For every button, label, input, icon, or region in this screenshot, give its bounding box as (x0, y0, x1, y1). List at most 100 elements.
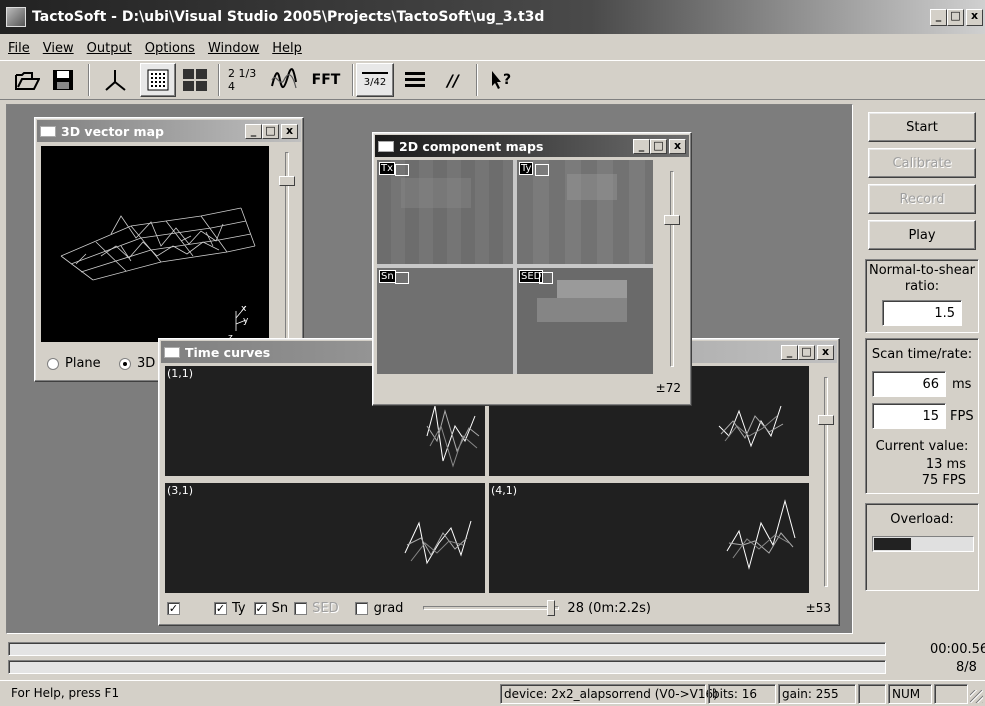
component-maps-slider-track[interactable] (670, 171, 674, 367)
lines-icon[interactable] (398, 62, 432, 98)
vector-map-canvas: x y z (41, 146, 269, 343)
close-button[interactable]: x (281, 123, 298, 139)
maximize-button[interactable]: □ (798, 344, 815, 360)
menu-view[interactable]: View (43, 41, 74, 56)
parallel-icon[interactable]: // (436, 62, 470, 98)
time-curves-vslider-track[interactable] (824, 377, 828, 587)
radio-3d-label: 3D (137, 356, 156, 371)
status-bits: bits: 16 (708, 684, 776, 704)
axis-y-label: y (243, 316, 249, 326)
status-gain: gain: 255 (778, 684, 856, 704)
frame-slider-thumb[interactable] (547, 600, 556, 616)
minimize-button[interactable]: _ (633, 138, 650, 154)
maximize-button[interactable]: □ (947, 9, 964, 26)
vector-map-title: 3D vector map (61, 123, 164, 139)
component-maps-slider-thumb[interactable] (664, 215, 680, 225)
component-maps-window: 2D component maps _ □ x Tx Ty Sn SED ±72 (372, 132, 692, 406)
menu-options[interactable]: Options (145, 41, 195, 56)
map-tag-box (535, 164, 549, 176)
scan-rate-input[interactable]: 15 (872, 403, 946, 429)
checkbox-ty-label: Ty (232, 600, 246, 616)
elapsed-time: 00:00.56 (930, 642, 985, 657)
close-button[interactable]: x (966, 9, 983, 26)
menu-window[interactable]: Window (208, 41, 259, 56)
radio-3d[interactable]: 3D (119, 356, 155, 371)
frame-slider[interactable] (423, 600, 560, 616)
current-ms: 13 ms (925, 457, 966, 472)
maximize-button[interactable]: □ (650, 138, 667, 154)
component-maps-title: 2D component maps (399, 138, 544, 154)
component-map-grid: Tx Ty Sn SED (377, 160, 653, 374)
status-num: NUM (888, 684, 932, 704)
frame-counter-button[interactable]: 3/42 (356, 63, 394, 97)
menu-help[interactable]: Help (272, 41, 302, 56)
menubar: File View Output Options Window Help (8, 38, 315, 58)
time-curves-vslider-thumb[interactable] (818, 415, 834, 425)
split-icon[interactable] (180, 62, 210, 98)
checkbox-tx[interactable]: ✓ (167, 601, 180, 615)
play-button[interactable]: Play (868, 220, 976, 250)
scan-label: Scan time/rate: (871, 347, 973, 362)
overload-meter-fill (874, 538, 911, 550)
grid-icon[interactable] (140, 63, 176, 97)
radio-plane-label: Plane (65, 356, 101, 371)
menu-file[interactable]: File (8, 41, 30, 56)
checkbox-sn-label: Sn (271, 600, 289, 616)
minimize-button[interactable]: _ (245, 123, 262, 139)
map-tag-ty: Ty (519, 162, 534, 175)
time-curves-controls: ✓ ✓ Ty ✓ Sn SED grad 28 (0m:2.2s) ±53 (167, 597, 831, 619)
vector-map-slider-thumb[interactable] (279, 176, 295, 186)
component-maps-titlebar: 2D component maps _ □ x (375, 135, 689, 157)
status-help: For Help, press F1 (11, 686, 120, 700)
time-curve-plot-3: (3,1) (165, 483, 485, 593)
window-icon (164, 346, 180, 358)
numbering-icon[interactable]: 2 1/3 4 (228, 62, 262, 98)
component-map-tx: Tx (377, 160, 513, 264)
size-grip[interactable] (970, 690, 983, 703)
record-button[interactable]: Record (868, 184, 976, 214)
status-empty (858, 684, 886, 704)
ratio-input[interactable]: 1.5 (882, 300, 962, 326)
minimize-button[interactable]: _ (781, 344, 798, 360)
vector-map-titlebar: 3D vector map _ □ x (37, 120, 301, 142)
checkbox-grad[interactable] (354, 601, 368, 615)
scan-time-input[interactable]: 66 (872, 371, 946, 397)
app-titlebar: TactoSoft - D:\ubi\Visual Studio 2005\Pr… (0, 0, 985, 34)
map-tag-box (395, 164, 409, 176)
map-tag-tx: Tx (379, 162, 396, 175)
time-curves-range: ±53 (805, 601, 831, 615)
open-icon[interactable] (12, 62, 42, 98)
fft-button[interactable]: FFT (306, 62, 346, 98)
checkbox-ty[interactable]: ✓ (214, 601, 227, 615)
scan-panel: Scan time/rate: 66 ms 15 FPS Current val… (865, 338, 979, 494)
close-button[interactable]: x (817, 344, 834, 360)
ratio-label: Normal-to-shear ratio: (868, 263, 976, 294)
frame-count: 8/8 (956, 660, 977, 675)
save-icon[interactable] (48, 62, 78, 98)
current-fps: 75 FPS (921, 473, 966, 488)
map-tag-box (539, 272, 553, 284)
progress-bar-2 (8, 660, 886, 674)
component-map-sed: SED (517, 268, 653, 374)
checkbox-grad-label: grad (373, 600, 404, 616)
calibrate-button[interactable]: Calibrate (868, 148, 976, 178)
status-scroll (934, 684, 968, 704)
start-button[interactable]: Start (868, 112, 976, 142)
context-help-icon[interactable]: ? (486, 62, 516, 98)
checkbox-sed[interactable] (294, 601, 308, 615)
radio-plane[interactable]: Plane (47, 356, 101, 371)
wave-icon[interactable] (268, 62, 300, 98)
scan-time-unit: ms (952, 377, 972, 392)
time-curves-title: Time curves (185, 344, 271, 360)
checkbox-sn[interactable]: ✓ (253, 601, 267, 615)
maximize-button[interactable]: □ (262, 123, 279, 139)
window-icon (378, 140, 394, 152)
minimize-button[interactable]: _ (930, 9, 947, 26)
menu-output[interactable]: Output (87, 41, 132, 56)
radio-3d-icon (119, 357, 131, 370)
component-map-ty: Ty (517, 160, 653, 264)
close-button[interactable]: x (669, 138, 686, 154)
axes-icon[interactable] (100, 62, 130, 98)
frame-slider-track (423, 606, 560, 610)
scan-rate-unit: FPS (950, 409, 974, 424)
